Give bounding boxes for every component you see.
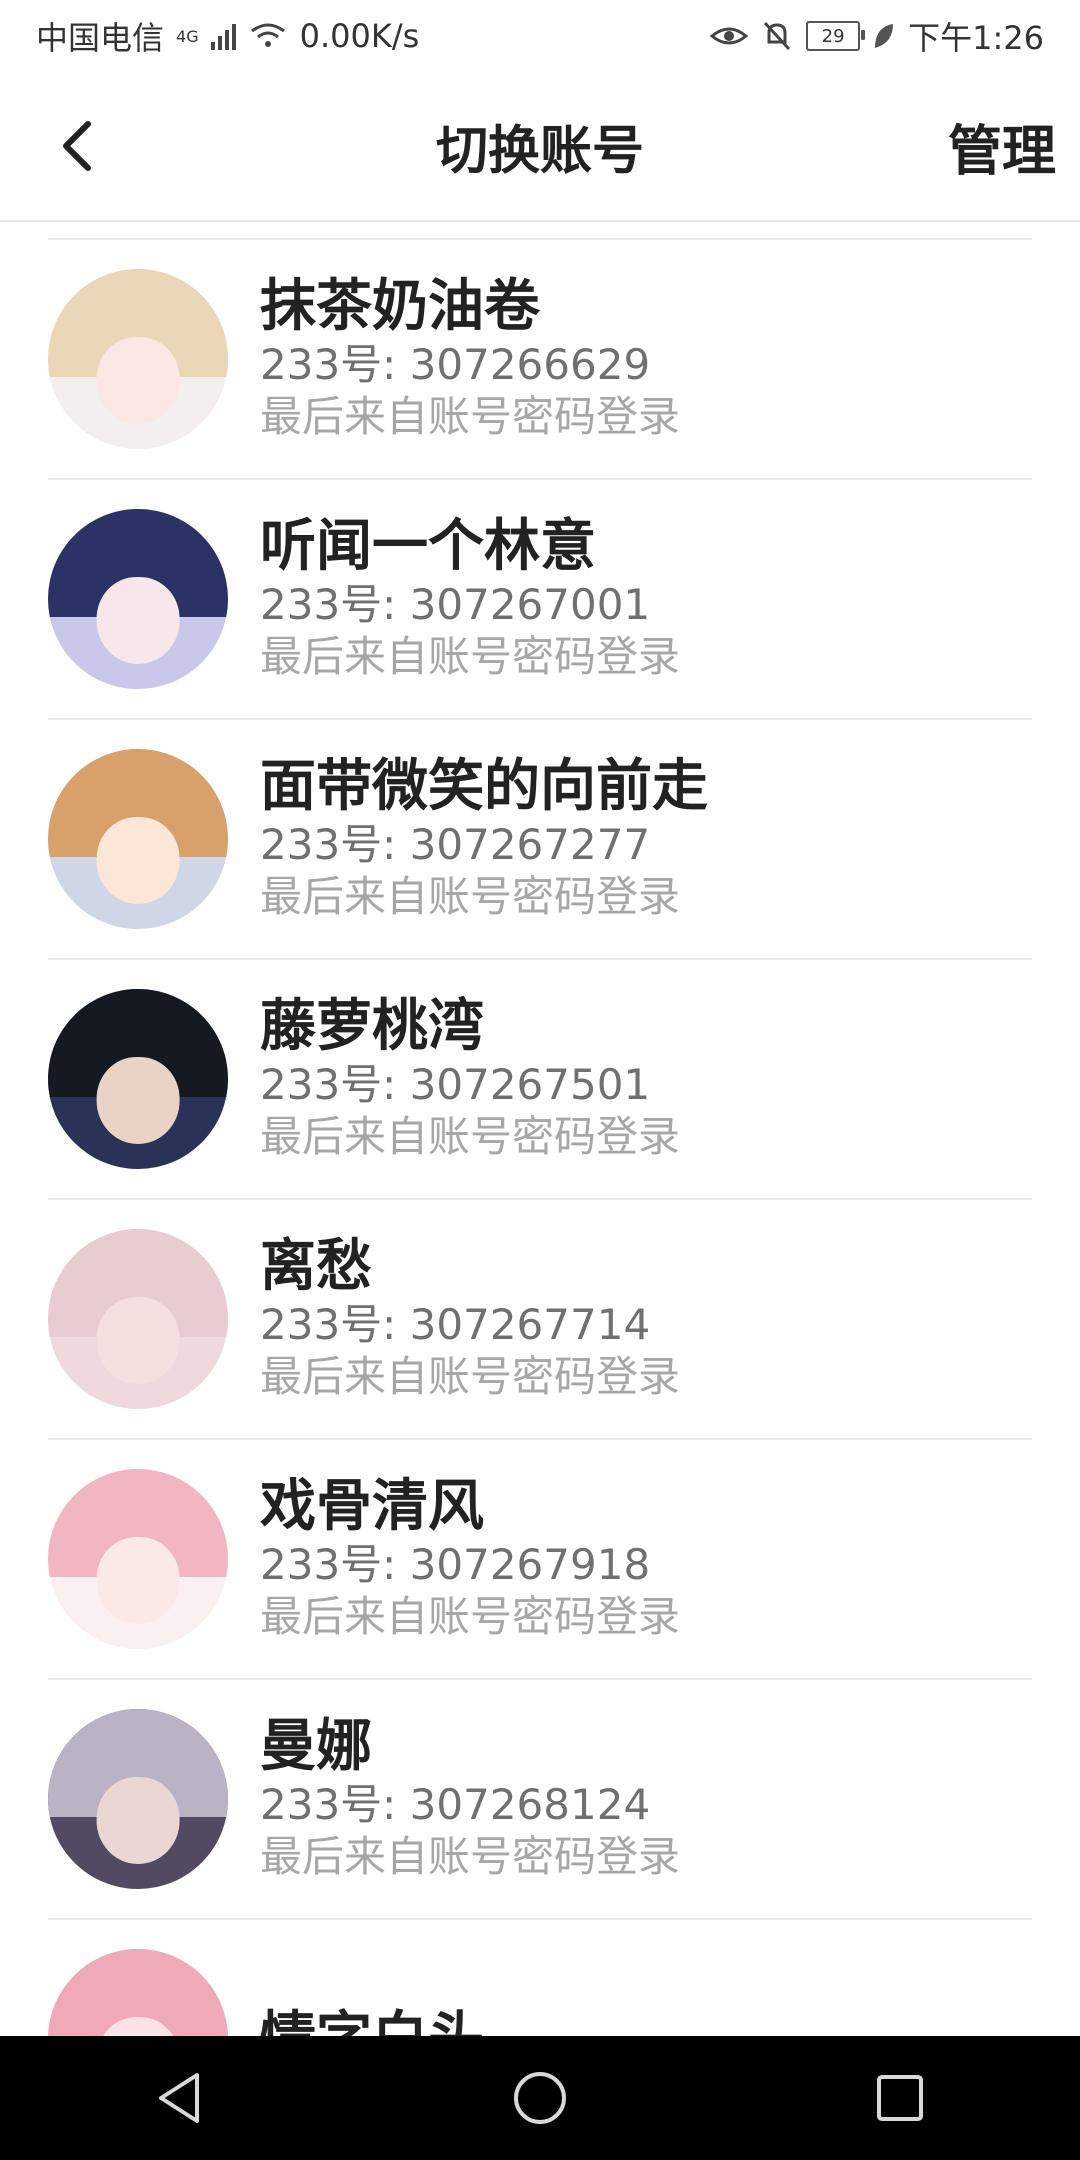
nav-home-button[interactable] xyxy=(495,2053,585,2143)
account-item[interactable]: 曼娜 233号: 307268124 最后来自账号密码登录 xyxy=(48,1680,1032,1920)
avatar xyxy=(48,1229,228,1409)
account-item[interactable]: 藤萝桃湾 233号: 307267501 最后来自账号密码登录 xyxy=(48,960,1032,1200)
avatar xyxy=(48,1469,228,1649)
avatar xyxy=(48,1949,228,2036)
account-texts: 离愁 233号: 307267714 最后来自账号密码登录 xyxy=(260,1235,680,1403)
account-texts: 藤萝桃湾 233号: 307267501 最后来自账号密码登录 xyxy=(260,995,680,1163)
status-right: 29 下午1:26 xyxy=(710,13,1044,59)
avatar-face xyxy=(96,1057,180,1144)
mute-bell-icon xyxy=(764,21,791,51)
network-type: 4G xyxy=(176,26,199,46)
account-name: 戏骨清风 xyxy=(260,1474,484,1539)
nav-recents-button[interactable] xyxy=(855,2053,945,2143)
account-id: 233号: 307268124 xyxy=(260,1780,651,1829)
login-method-note: 最后来自账号密码登录 xyxy=(260,392,681,441)
avatar-face xyxy=(96,337,180,424)
avatar-face xyxy=(96,817,180,904)
login-method-note: 最后来自账号密码登录 xyxy=(260,1592,681,1641)
status-left: 中国电信 4G 0.00K/s xyxy=(36,13,419,59)
avatar xyxy=(48,509,228,689)
app-bar: 切换账号 管理 xyxy=(0,72,1080,222)
network-speed: 0.00K/s xyxy=(299,17,420,55)
leaf-icon xyxy=(875,24,894,48)
page-title: 切换账号 xyxy=(435,121,644,182)
account-id: 233号: 307267501 xyxy=(260,1060,651,1109)
account-item[interactable]: 情字白头 xyxy=(48,1920,1032,2036)
account-id: 233号: 307266629 xyxy=(260,340,651,389)
account-id: 233号: 307267714 xyxy=(260,1300,651,1349)
login-method-note: 最后来自账号密码登录 xyxy=(260,632,681,681)
account-name: 曼娜 xyxy=(260,1714,372,1779)
avatar-face xyxy=(96,1297,180,1384)
avatar-face xyxy=(96,1777,180,1864)
avatar xyxy=(48,1709,228,1889)
eye-icon xyxy=(710,27,749,45)
account-item[interactable]: 戏骨清风 233号: 307267918 最后来自账号密码登录 xyxy=(48,1440,1032,1680)
account-item[interactable]: 离愁 233号: 307267714 最后来自账号密码登录 xyxy=(48,1200,1032,1440)
avatar xyxy=(48,269,228,449)
account-name: 面带微笑的向前走 xyxy=(260,754,708,819)
account-texts: 抹茶奶油卷 233号: 307266629 最后来自账号密码登录 xyxy=(260,275,680,443)
login-method-note: 最后来自账号密码登录 xyxy=(260,872,681,921)
manage-button[interactable]: 管理 xyxy=(940,97,1064,196)
battery-icon: 29 xyxy=(806,21,866,51)
account-list: 抹茶奶油卷 233号: 307266629 最后来自账号密码登录 听闻一个林意 233号… xyxy=(0,224,1080,2036)
login-method-note: 最后来自账号密码登录 xyxy=(260,1112,681,1161)
square-recents-icon xyxy=(877,2075,923,2121)
clock: 下午1:26 xyxy=(908,19,1044,57)
account-texts: 情字白头 xyxy=(260,2007,484,2037)
account-name: 听闻一个林意 xyxy=(260,514,596,579)
account-item[interactable]: 听闻一个林意 233号: 307267001 最后来自账号密码登录 xyxy=(48,480,1032,720)
avatar xyxy=(48,989,228,1169)
account-name: 离愁 xyxy=(260,1234,372,1299)
account-name: 藤萝桃湾 xyxy=(260,994,484,1059)
carrier-label: 中国电信 xyxy=(36,19,165,57)
wifi-icon xyxy=(250,23,285,47)
account-texts: 听闻一个林意 233号: 307267001 最后来自账号密码登录 xyxy=(260,515,680,683)
triangle-back-icon xyxy=(159,2073,199,2123)
account-id: 233号: 307267918 xyxy=(260,1540,651,1589)
avatar-face xyxy=(96,1537,180,1624)
account-texts: 戏骨清风 233号: 307267918 最后来自账号密码登录 xyxy=(260,1475,680,1643)
signal-icon xyxy=(210,22,236,50)
navigation-bar xyxy=(0,2036,1080,2160)
avatar-face xyxy=(96,577,180,664)
account-texts: 面带微笑的向前走 233号: 307267277 最后来自账号密码登录 xyxy=(260,755,708,923)
account-id: 233号: 307267277 xyxy=(260,820,651,869)
avatar xyxy=(48,749,228,929)
account-id: 233号: 307267001 xyxy=(260,580,651,629)
account-texts: 曼娜 233号: 307268124 最后来自账号密码登录 xyxy=(260,1715,680,1883)
account-name: 情字白头 xyxy=(260,2007,484,2037)
status-bar: 中国电信 4G 0.00K/s 29 下午1:26 xyxy=(0,0,1080,72)
account-name: 抹茶奶油卷 xyxy=(260,274,540,339)
login-method-note: 最后来自账号密码登录 xyxy=(260,1832,681,1881)
battery-level: 29 xyxy=(821,25,845,47)
login-method-note: 最后来自账号密码登录 xyxy=(260,1352,681,1401)
account-item[interactable]: 抹茶奶油卷 233号: 307266629 最后来自账号密码登录 xyxy=(48,240,1032,480)
divider xyxy=(48,224,1032,240)
circle-home-icon xyxy=(514,2072,566,2124)
account-item[interactable]: 面带微笑的向前走 233号: 307267277 最后来自账号密码登录 xyxy=(48,720,1032,960)
nav-back-button[interactable] xyxy=(135,2053,225,2143)
